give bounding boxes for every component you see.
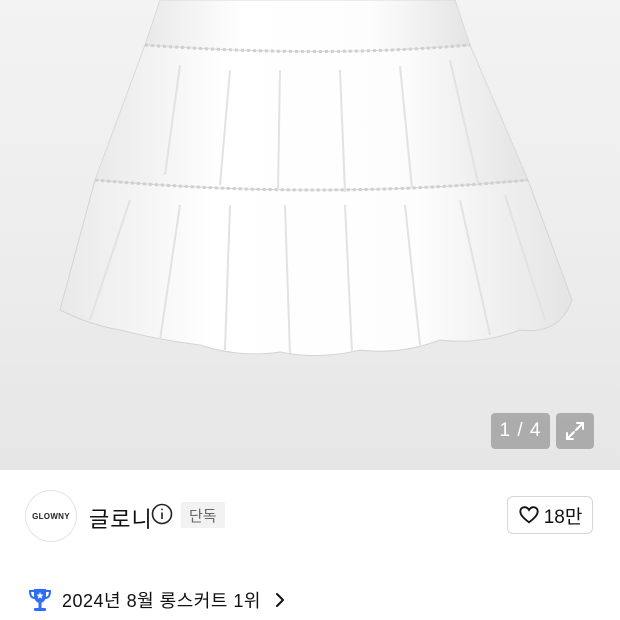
expand-button[interactable]	[556, 413, 594, 449]
expand-icon	[566, 422, 584, 440]
info-icon[interactable]	[151, 503, 173, 525]
brand-logo[interactable]: GLOWNY	[25, 490, 77, 542]
ranking-text: 2024년 8월 롱스커트 1위	[62, 591, 261, 611]
like-count: 18만	[543, 506, 583, 528]
skirt-image	[59, 0, 573, 357]
brand-row: GLOWNY 글로니 단독 18만	[0, 470, 620, 562]
trophy-icon	[28, 589, 52, 611]
product-image-gallery[interactable]: 1 / 4	[0, 0, 620, 470]
chevron-right-icon	[276, 593, 284, 607]
image-page-counter: 1 / 4	[491, 413, 550, 449]
heart-icon	[519, 506, 539, 524]
ranking-link[interactable]: 2024년 8월 롱스커트 1위	[0, 580, 620, 620]
brand-logo-text: GLOWNY	[32, 511, 70, 521]
exclusive-badge: 단독	[181, 502, 225, 528]
like-button[interactable]: 18만	[507, 496, 593, 534]
brand-name[interactable]: 글로니	[89, 502, 153, 534]
